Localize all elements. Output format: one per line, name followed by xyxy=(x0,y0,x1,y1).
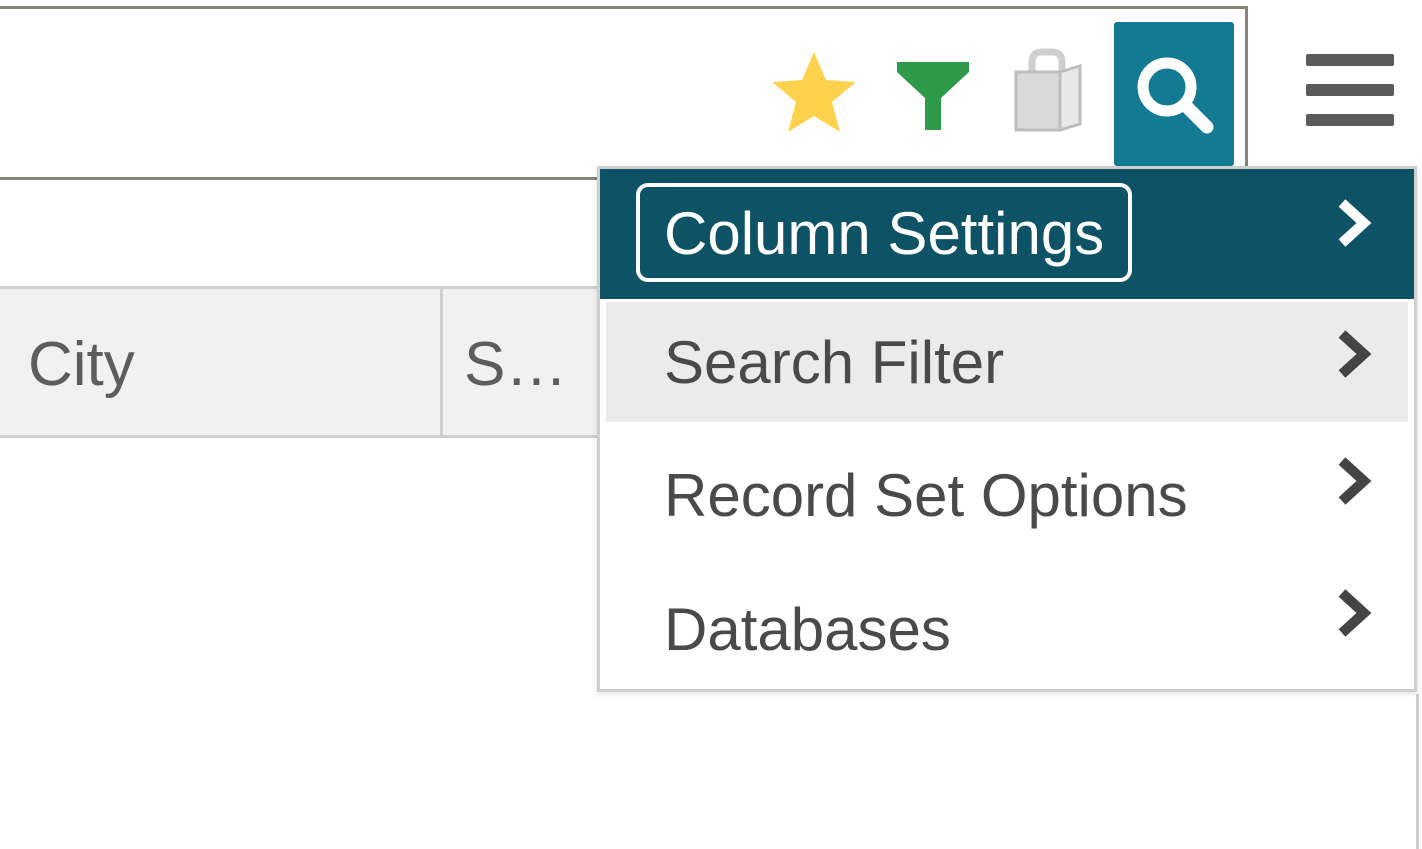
search-icon xyxy=(1137,57,1214,134)
star-icon[interactable] xyxy=(770,50,858,134)
table-header: City S… xyxy=(0,286,610,438)
menu-item-column-settings[interactable]: Column Settings xyxy=(600,169,1414,299)
search-button[interactable] xyxy=(1114,22,1234,166)
panel-edge xyxy=(1416,694,1419,849)
chevron-right-icon xyxy=(1338,330,1372,378)
filter-icon[interactable] xyxy=(895,58,971,132)
menu-item-label: Column Settings xyxy=(636,183,1133,282)
chevron-right-icon xyxy=(1338,199,1372,247)
menu-item-search-filter[interactable]: Search Filter xyxy=(606,302,1408,422)
column-header-s[interactable]: S… xyxy=(464,329,567,400)
chevron-right-icon xyxy=(1338,589,1372,637)
hamburger-menu-icon[interactable] xyxy=(1306,54,1394,128)
column-header-city[interactable]: City xyxy=(28,329,135,400)
dropdown-menu: Column Settings Search Filter Record Set… xyxy=(597,166,1417,692)
menu-item-databases[interactable]: Databases xyxy=(600,563,1414,693)
column-divider[interactable] xyxy=(440,289,443,438)
chevron-right-icon xyxy=(1338,457,1372,505)
menu-item-label: Search Filter xyxy=(664,329,1005,396)
bag-icon[interactable] xyxy=(1010,48,1086,134)
menu-item-record-set-options[interactable]: Record Set Options xyxy=(600,431,1414,561)
menu-item-label: Record Set Options xyxy=(664,462,1188,529)
menu-item-label: Databases xyxy=(664,596,951,663)
